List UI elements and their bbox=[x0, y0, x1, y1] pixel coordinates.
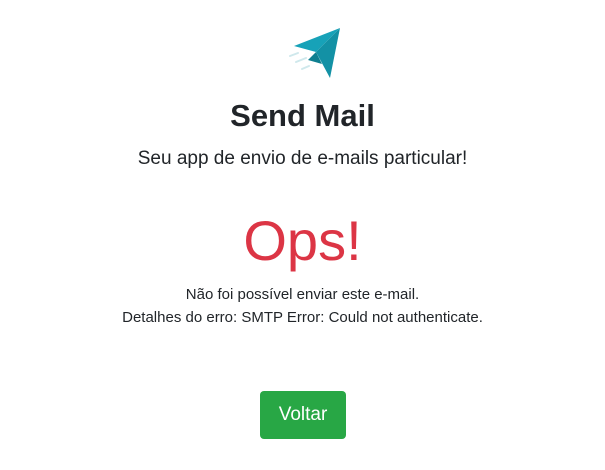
page-title: Send Mail bbox=[230, 98, 375, 133]
error-details: Detalhes do erro: SMTP Error: Could not … bbox=[122, 309, 483, 326]
paper-plane-icon bbox=[289, 28, 340, 78]
page: Send Mail Seu app de envio de e-mails pa… bbox=[0, 0, 605, 470]
error-message: Não foi possível enviar este e-mail. bbox=[185, 286, 420, 303]
page-subtitle: Seu app de envio de e-mails particular! bbox=[137, 148, 468, 169]
back-button[interactable]: Voltar bbox=[260, 391, 346, 439]
error-heading: Ops! bbox=[243, 209, 362, 272]
